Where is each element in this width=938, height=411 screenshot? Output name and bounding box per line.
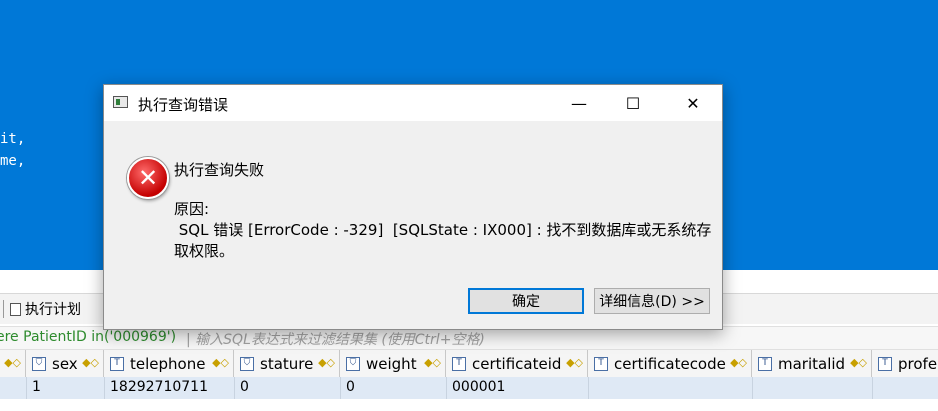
error-details: 原因: SQL 错误 [ErrorCode : -329] [SQLState … xyxy=(174,199,712,262)
column-header-telephone[interactable]: T telephone ◆◇ xyxy=(104,350,234,377)
filter-expression[interactable]: ere PatientID in('000969') xyxy=(0,329,176,345)
table-cell[interactable]: 18292710711 xyxy=(110,379,208,395)
sort-icon[interactable]: ◆◇ xyxy=(318,356,335,369)
column-label: maritalid xyxy=(778,354,846,373)
error-headline: 执行查询失败 xyxy=(174,161,265,179)
number-type-icon: ⛉ xyxy=(346,356,360,371)
column-header-certificateid[interactable]: T certificateid ◆◇ xyxy=(446,350,588,377)
sort-icon[interactable]: ◆◇ xyxy=(424,356,441,369)
reason-label: 原因: xyxy=(174,200,210,218)
cell-divider xyxy=(752,377,753,399)
error-icon: ✕ xyxy=(127,157,169,199)
column-label: telephone xyxy=(130,354,206,373)
cell-divider xyxy=(588,377,589,399)
sort-icon[interactable]: ◆◇ xyxy=(730,356,747,369)
table-cell[interactable]: 1 xyxy=(32,379,41,395)
sort-icon[interactable]: ◆◇ xyxy=(850,356,867,369)
cell-divider xyxy=(26,377,27,399)
column-label: sex xyxy=(52,354,78,373)
column-header-certificatecode[interactable]: T certificatecode ◆◇ xyxy=(588,350,752,377)
text-type-icon: T xyxy=(452,356,466,371)
table-cell[interactable]: 0 xyxy=(346,379,355,395)
filter-placeholder: | 输入SQL表达式来过滤结果集 (使用Ctrl+空格) xyxy=(186,332,485,348)
column-header-sex[interactable]: ⛉ sex ◆◇ xyxy=(26,350,104,377)
reason-text: SQL 错误 [ErrorCode : -329] [SQLState : IX… xyxy=(174,221,712,239)
number-type-icon: ⛉ xyxy=(240,356,254,371)
exec-plan-label: 执行计划 xyxy=(25,302,81,318)
table-cell[interactable]: 0 xyxy=(240,379,249,395)
cell-divider xyxy=(340,377,341,399)
column-header-profe[interactable]: T profe xyxy=(872,350,938,377)
maximize-button[interactable]: ☐ xyxy=(610,85,656,121)
code-line: me, xyxy=(0,153,26,169)
toolbar-divider xyxy=(3,300,4,318)
reason-text-cont: 取权限。 xyxy=(174,242,235,260)
text-type-icon: T xyxy=(878,356,892,371)
text-type-icon: T xyxy=(594,356,608,371)
column-label: profe xyxy=(898,354,938,373)
column-header-weight[interactable]: ⛉ weight ◆◇ xyxy=(340,350,446,377)
column-header-stature[interactable]: ⛉ stature ◆◇ xyxy=(234,350,340,377)
column-label: certificatecode xyxy=(614,354,726,373)
error-dialog: 执行查询错误 — ☐ ✕ ✕ 执行查询失败 原因: SQL 错误 [ErrorC… xyxy=(103,84,723,330)
exec-plan-tab[interactable]: 执行计划 xyxy=(10,299,81,319)
cell-divider xyxy=(234,377,235,399)
column-header-maritalid[interactable]: T maritalid ◆◇ xyxy=(752,350,872,377)
table-cell[interactable]: 000001 xyxy=(452,379,505,395)
exec-plan-icon xyxy=(10,302,21,316)
minimize-button[interactable]: — xyxy=(556,85,602,121)
dialog-titlebar[interactable]: 执行查询错误 — ☐ ✕ xyxy=(104,85,722,121)
text-type-icon: T xyxy=(758,356,772,371)
cell-divider xyxy=(446,377,447,399)
sort-icon[interactable]: ◆◇ xyxy=(82,356,99,369)
details-button[interactable]: 详细信息(D) >> xyxy=(594,288,710,314)
sort-icon[interactable]: ◆◇ xyxy=(212,356,229,369)
column-label: weight xyxy=(366,354,417,373)
sort-icon[interactable]: ◆◇ xyxy=(566,356,583,369)
table-row[interactable]: 1 18292710711 0 0 000001 xyxy=(0,377,938,399)
grid-header: ◆◇ ⛉ sex ◆◇ T telephone ◆◇ ⛉ stature ◆◇ … xyxy=(0,350,938,378)
ok-button[interactable]: 确定 xyxy=(468,288,584,314)
column-header-prev[interactable]: ◆◇ xyxy=(0,350,26,377)
close-button[interactable]: ✕ xyxy=(670,85,716,121)
cell-divider xyxy=(872,377,873,399)
cell-divider xyxy=(104,377,105,399)
column-label: certificateid xyxy=(472,354,562,373)
dialog-title: 执行查询错误 xyxy=(138,96,229,114)
sort-icon[interactable]: ◆◇ xyxy=(4,356,21,369)
app-icon xyxy=(113,96,128,108)
text-type-icon: T xyxy=(110,356,124,371)
number-type-icon: ⛉ xyxy=(32,356,46,371)
code-line: it, xyxy=(0,131,26,147)
column-label: stature xyxy=(260,354,314,373)
